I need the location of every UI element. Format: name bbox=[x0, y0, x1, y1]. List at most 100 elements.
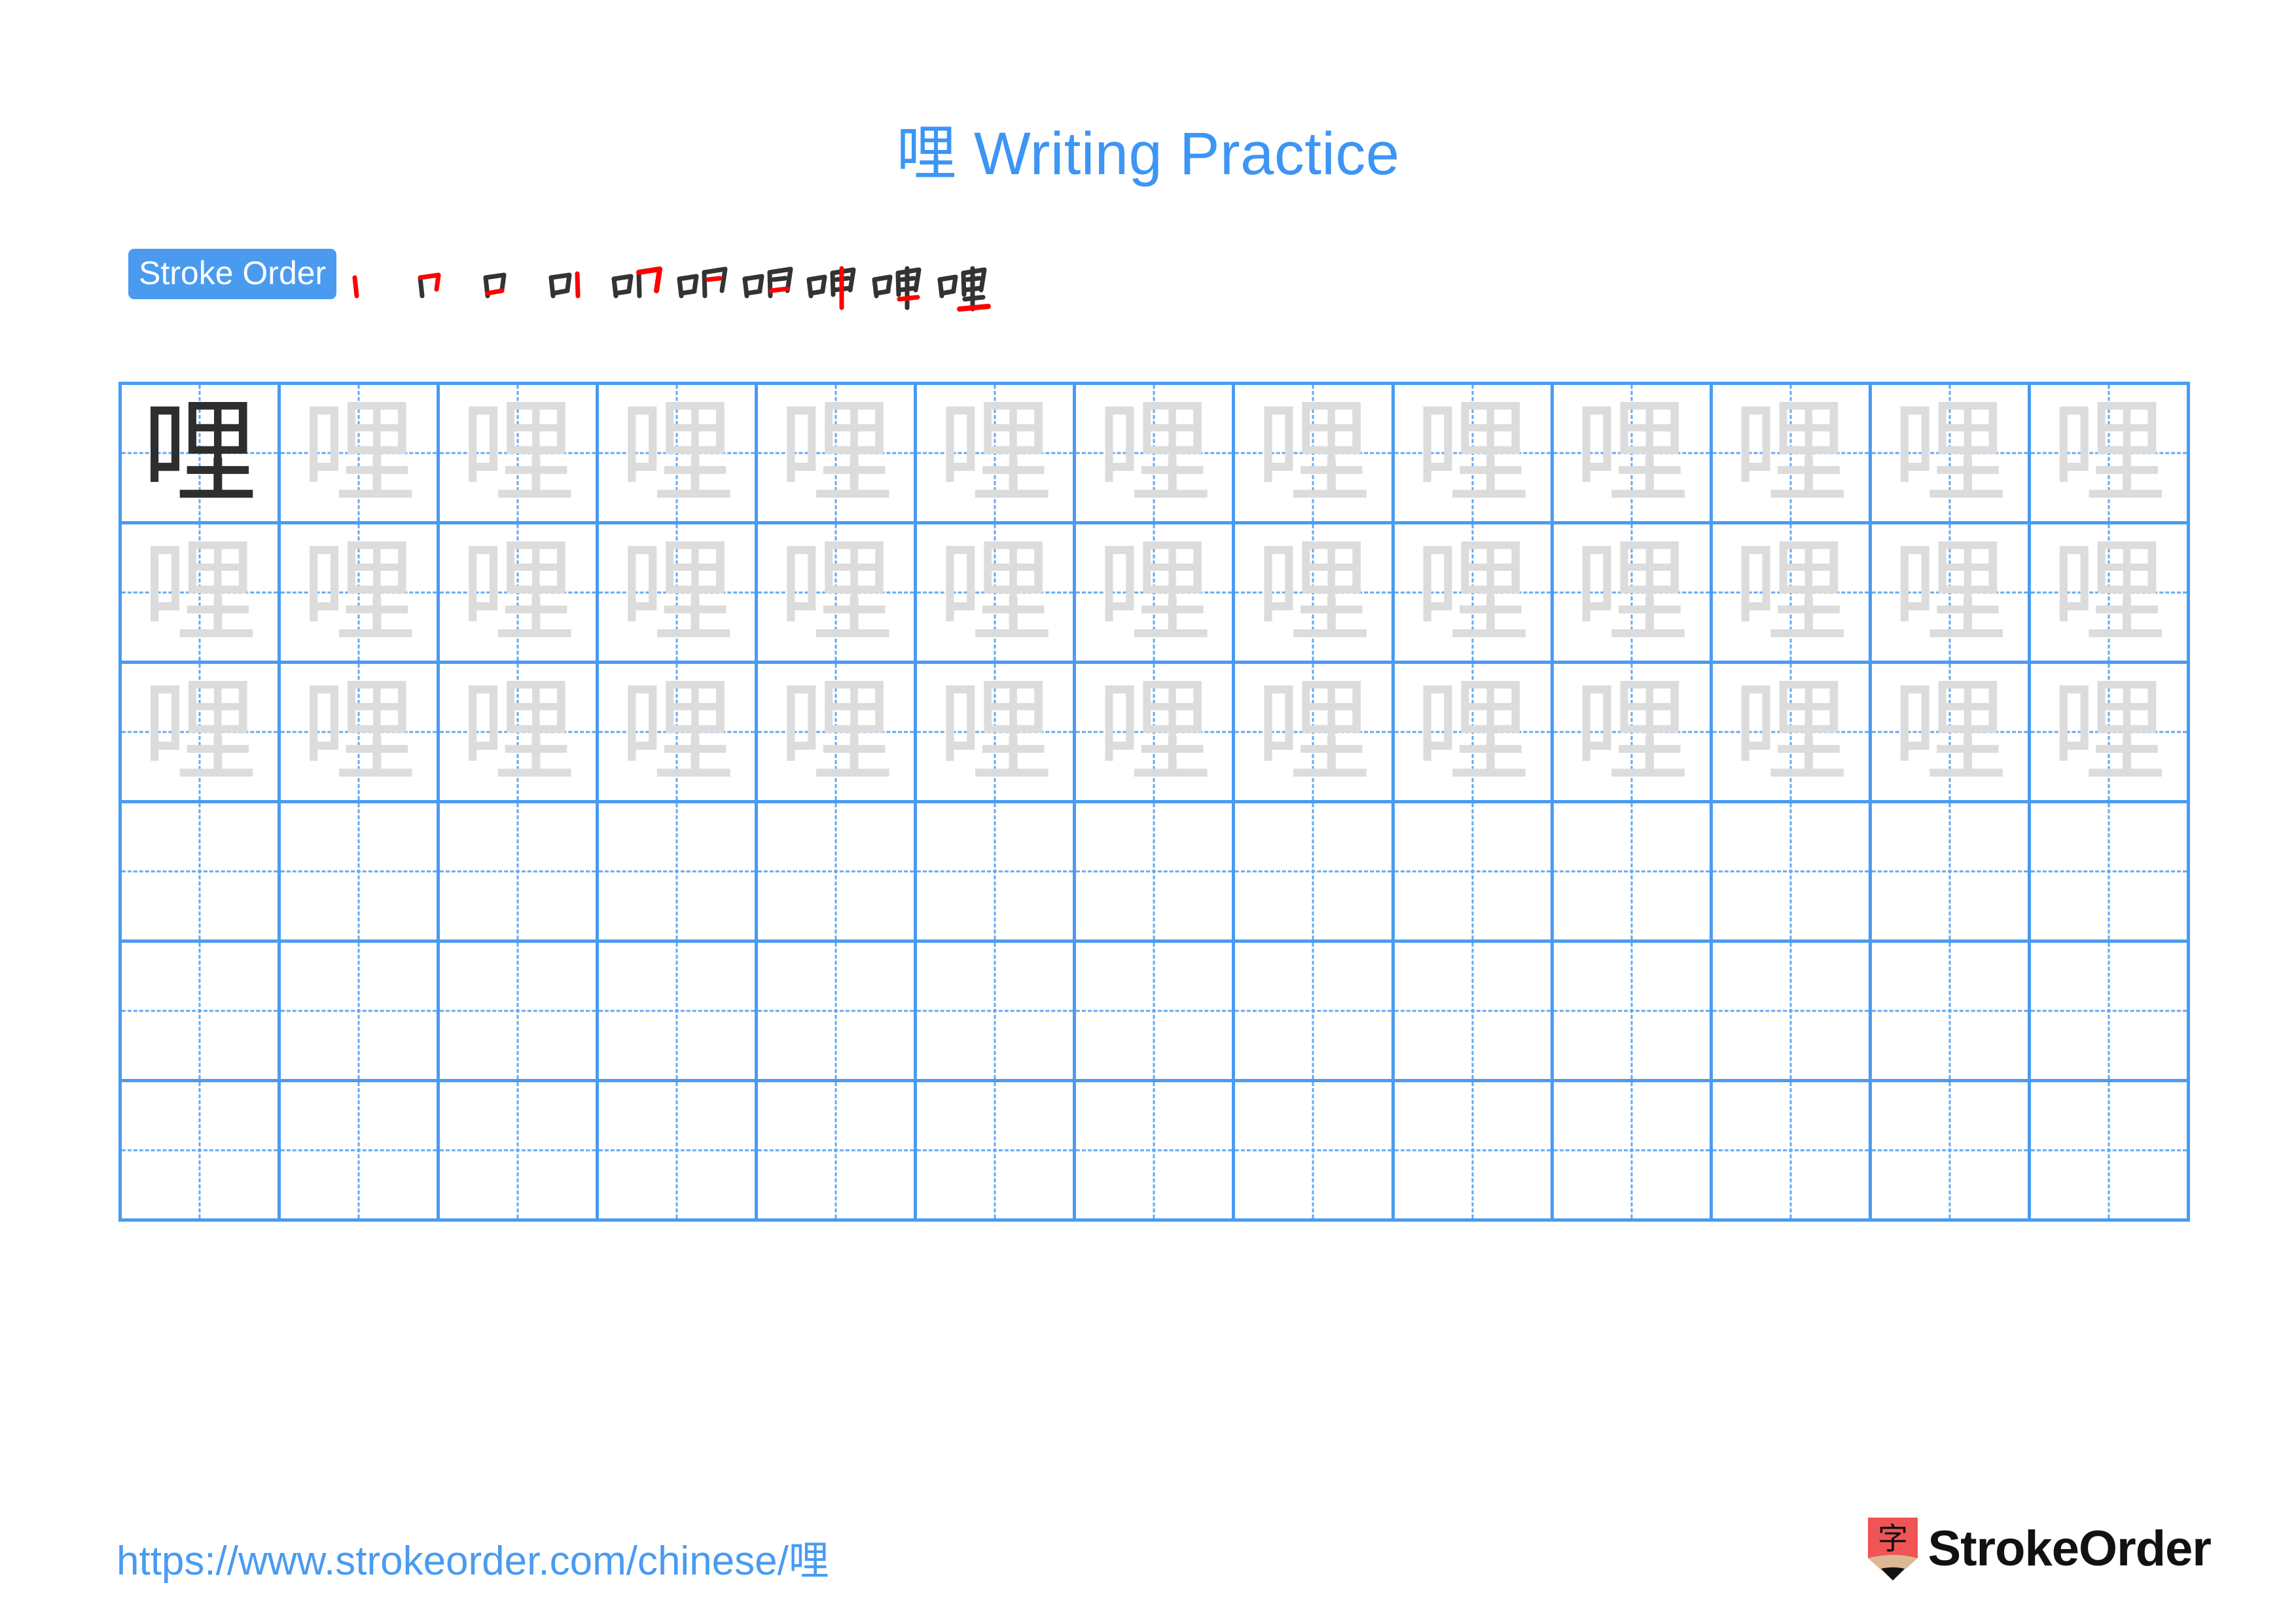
trace-character: 哩 bbox=[2051, 525, 2166, 659]
footer-url[interactable]: https://www.strokeorder.com/chinese/哩 bbox=[117, 1527, 829, 1586]
grid-cell[interactable] bbox=[1076, 943, 1236, 1082]
grid-cell[interactable]: 哩 bbox=[1871, 664, 2031, 803]
trace-character: 哩 bbox=[1732, 525, 1848, 659]
grid-cell[interactable]: 哩 bbox=[1235, 385, 1395, 524]
grid-cell[interactable] bbox=[1235, 803, 1395, 943]
grid-cell[interactable]: 哩 bbox=[1394, 385, 1554, 524]
grid-cell[interactable] bbox=[440, 803, 600, 943]
grid-cell[interactable] bbox=[2030, 803, 2190, 943]
grid-cell[interactable] bbox=[2030, 943, 2190, 1082]
grid-cell[interactable] bbox=[1076, 1082, 1236, 1222]
grid-cell[interactable] bbox=[281, 1082, 440, 1222]
grid-cell[interactable]: 哩 bbox=[1871, 524, 2031, 664]
trace-character: 哩 bbox=[1732, 386, 1848, 520]
grid-cell[interactable] bbox=[1871, 803, 2031, 943]
grid-cell[interactable] bbox=[1394, 803, 1554, 943]
grid-cell[interactable]: 哩 bbox=[2030, 524, 2190, 664]
grid-cell[interactable] bbox=[1235, 943, 1395, 1082]
grid-cell[interactable] bbox=[1712, 1082, 1872, 1222]
grid-cell[interactable]: 哩 bbox=[917, 385, 1077, 524]
grid-cell[interactable]: 哩 bbox=[2030, 664, 2190, 803]
grid-cell[interactable]: 哩 bbox=[917, 524, 1077, 664]
trace-character: 哩 bbox=[778, 665, 894, 799]
trace-character: 哩 bbox=[1892, 386, 2007, 520]
grid-cell[interactable] bbox=[1394, 1082, 1554, 1222]
trace-character: 哩 bbox=[142, 665, 258, 799]
grid-cell[interactable] bbox=[599, 943, 759, 1082]
grid-cell[interactable]: 哩 bbox=[1553, 385, 1713, 524]
stroke-step-8 bbox=[798, 249, 864, 321]
grid-cell[interactable]: 哩 bbox=[758, 524, 918, 664]
grid-cell[interactable] bbox=[2030, 1082, 2190, 1222]
pencil-logo-icon: 字 bbox=[1867, 1518, 1918, 1580]
grid-cell[interactable]: 哩 bbox=[2030, 385, 2190, 524]
grid-cell[interactable] bbox=[599, 803, 759, 943]
grid-cell[interactable]: 哩 bbox=[1076, 664, 1236, 803]
grid-cell[interactable]: 哩 bbox=[1394, 524, 1554, 664]
logo-wordmark: StrokeOrder bbox=[1928, 1521, 2212, 1577]
grid-cell[interactable]: 哩 bbox=[440, 385, 600, 524]
grid-cell[interactable]: 哩 bbox=[599, 664, 759, 803]
stroke-order-steps bbox=[340, 249, 995, 321]
grid-cell[interactable]: 哩 bbox=[281, 524, 440, 664]
grid-cell[interactable] bbox=[1871, 1082, 2031, 1222]
grid-cell[interactable]: 哩 bbox=[1712, 524, 1872, 664]
grid-cell[interactable] bbox=[440, 943, 600, 1082]
page-title: 哩 Writing Practice bbox=[0, 105, 2296, 192]
grid-cell[interactable]: 哩 bbox=[1712, 385, 1872, 524]
grid-cell[interactable] bbox=[917, 1082, 1077, 1222]
trace-character: 哩 bbox=[460, 386, 576, 520]
grid-cell[interactable] bbox=[917, 943, 1077, 1082]
grid-cell[interactable] bbox=[1712, 943, 1872, 1082]
grid-cell[interactable]: 哩 bbox=[1076, 524, 1236, 664]
grid-cell[interactable]: 哩 bbox=[599, 385, 759, 524]
grid-cell[interactable]: 哩 bbox=[1871, 385, 2031, 524]
grid-cell[interactable] bbox=[1553, 803, 1713, 943]
grid-cell[interactable] bbox=[281, 943, 440, 1082]
grid-cell[interactable] bbox=[122, 803, 281, 943]
trace-character: 哩 bbox=[778, 525, 894, 659]
grid-cell[interactable] bbox=[1553, 1082, 1713, 1222]
grid-cell[interactable]: 哩 bbox=[1076, 385, 1236, 524]
grid-cell[interactable] bbox=[1712, 803, 1872, 943]
grid-cell[interactable]: 哩 bbox=[1553, 524, 1713, 664]
footer-logo[interactable]: 字 StrokeOrder bbox=[1867, 1510, 2212, 1588]
grid-cell[interactable]: 哩 bbox=[440, 524, 600, 664]
grid-cell[interactable] bbox=[917, 803, 1077, 943]
grid-cell[interactable] bbox=[1235, 1082, 1395, 1222]
grid-cell[interactable] bbox=[758, 943, 918, 1082]
grid-cell[interactable] bbox=[122, 943, 281, 1082]
trace-character: 哩 bbox=[1255, 665, 1371, 799]
grid-cell[interactable] bbox=[281, 803, 440, 943]
trace-character: 哩 bbox=[1573, 665, 1689, 799]
grid-cell[interactable]: 哩 bbox=[1394, 664, 1554, 803]
grid-cell[interactable] bbox=[1394, 943, 1554, 1082]
trace-character: 哩 bbox=[1892, 525, 2007, 659]
grid-cell[interactable] bbox=[1076, 803, 1236, 943]
grid-cell[interactable] bbox=[440, 1082, 600, 1222]
trace-character: 哩 bbox=[1732, 665, 1848, 799]
grid-cell[interactable]: 哩 bbox=[1235, 664, 1395, 803]
grid-row bbox=[122, 803, 2190, 943]
grid-cell[interactable]: 哩 bbox=[917, 664, 1077, 803]
grid-cell[interactable]: 哩 bbox=[440, 664, 600, 803]
grid-cell[interactable] bbox=[122, 1082, 281, 1222]
grid-cell[interactable] bbox=[758, 1082, 918, 1222]
grid-cell[interactable]: 哩 bbox=[1235, 524, 1395, 664]
grid-cell[interactable]: 哩 bbox=[122, 385, 281, 524]
grid-cell[interactable]: 哩 bbox=[281, 385, 440, 524]
grid-cell[interactable]: 哩 bbox=[1553, 664, 1713, 803]
grid-cell[interactable] bbox=[1871, 943, 2031, 1082]
grid-cell[interactable] bbox=[599, 1082, 759, 1222]
grid-cell[interactable]: 哩 bbox=[1712, 664, 1872, 803]
grid-cell[interactable]: 哩 bbox=[281, 664, 440, 803]
model-character: 哩 bbox=[142, 386, 258, 520]
grid-cell[interactable]: 哩 bbox=[758, 385, 918, 524]
grid-cell[interactable] bbox=[1553, 943, 1713, 1082]
grid-cell[interactable]: 哩 bbox=[599, 524, 759, 664]
grid-cell[interactable]: 哩 bbox=[122, 524, 281, 664]
grid-cell[interactable]: 哩 bbox=[758, 664, 918, 803]
grid-cell[interactable]: 哩 bbox=[122, 664, 281, 803]
grid-cell[interactable] bbox=[758, 803, 918, 943]
trace-character: 哩 bbox=[460, 665, 576, 799]
